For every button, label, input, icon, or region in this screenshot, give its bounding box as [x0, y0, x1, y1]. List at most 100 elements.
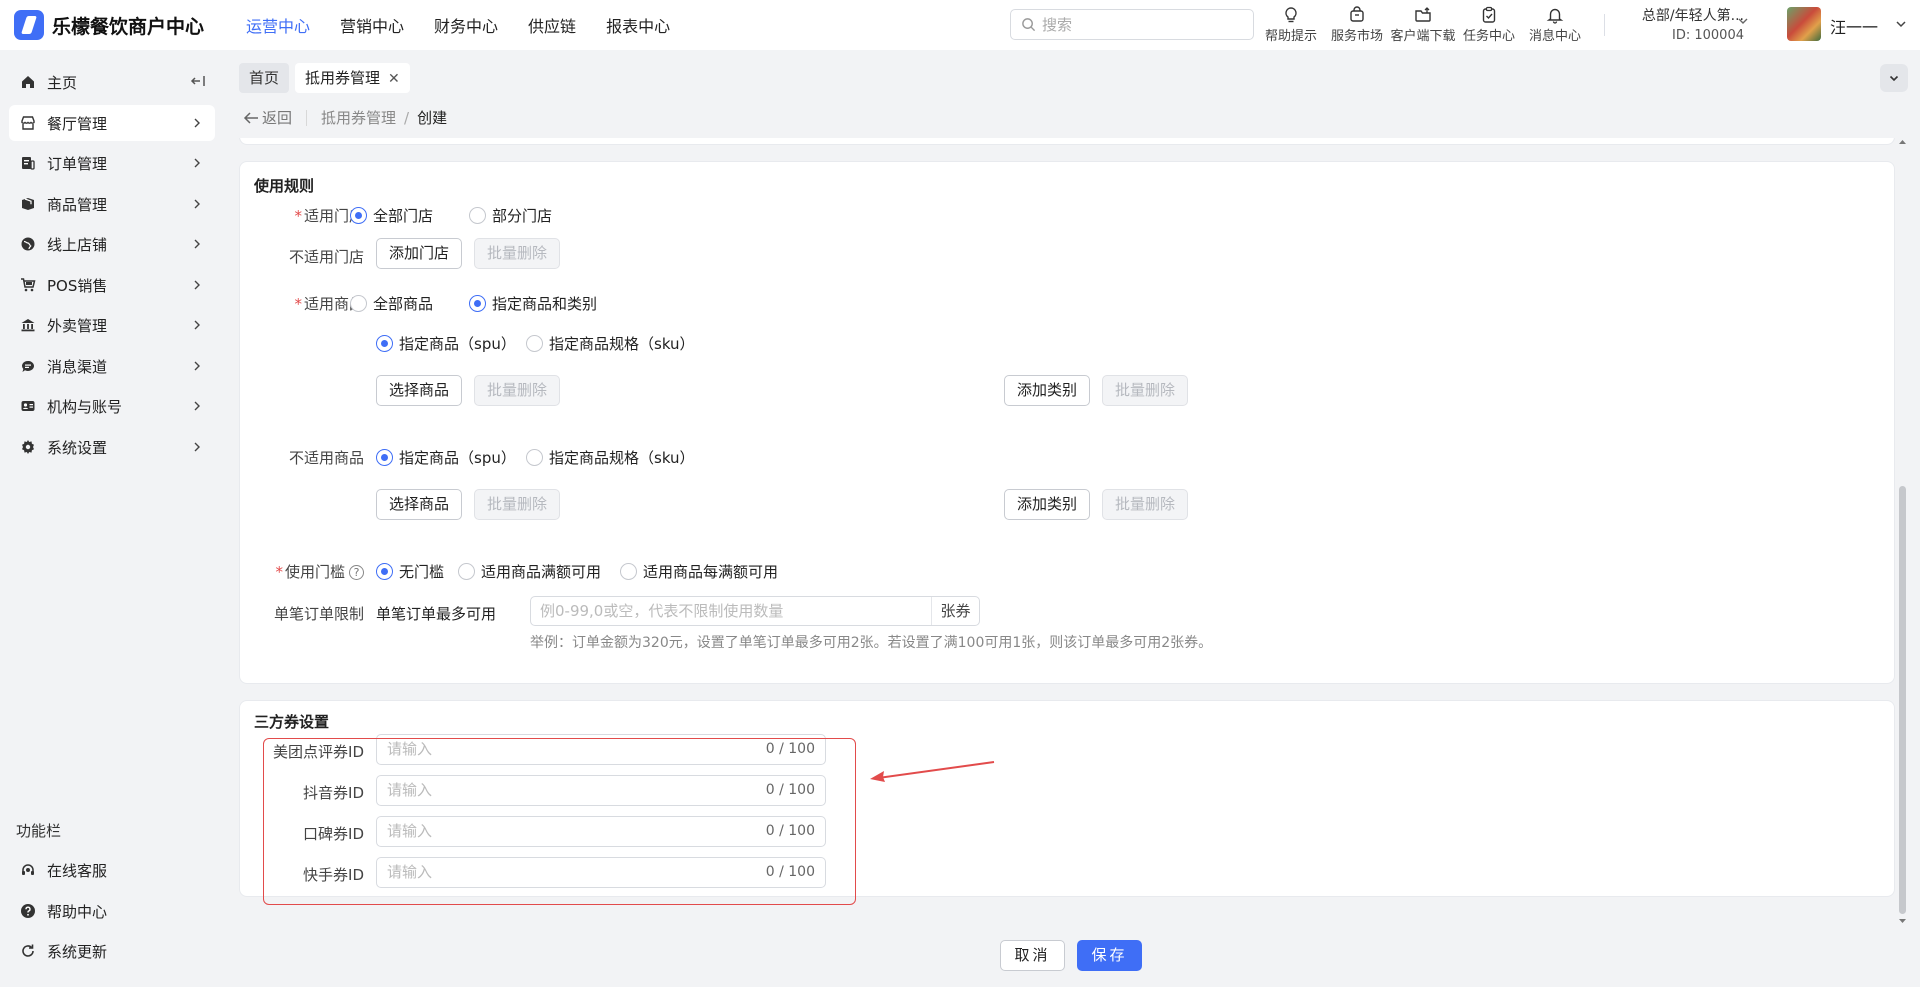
radio-dot: [376, 563, 393, 580]
sidebar-item-label: 在线客服: [47, 861, 108, 880]
bulk-delete-stores-button[interactable]: 批量删除: [474, 238, 561, 269]
topbar-divider: [1604, 14, 1605, 36]
cart-icon: [19, 277, 37, 293]
sidebar-item-system-settings[interactable]: 系统设置: [9, 429, 215, 465]
message-center-button[interactable]: 消息中心: [1522, 4, 1588, 44]
vertical-scrollbar[interactable]: [1895, 138, 1909, 927]
scroll-down-icon[interactable]: [1898, 917, 1907, 925]
org-switcher[interactable]: 总部/年轻人第... ID: 100004: [1618, 5, 1744, 43]
save-button[interactable]: 保存: [1077, 940, 1142, 971]
tab-coupon-management[interactable]: 抵用券管理 ✕: [295, 63, 410, 93]
search-placeholder: 搜索: [1042, 16, 1073, 34]
org-id: ID: 100004: [1672, 28, 1744, 43]
cancel-button[interactable]: 取消: [1000, 940, 1065, 971]
avatar[interactable]: [1787, 7, 1821, 41]
sidebar-item-help-center[interactable]: 帮助中心: [9, 893, 215, 929]
breadcrumb: 返回 抵用券管理 / 创建: [243, 107, 447, 128]
nav-ops-center[interactable]: 运营中心: [246, 13, 310, 37]
radio-goods-sku[interactable]: 指定商品规格（sku）: [526, 333, 695, 354]
radio-threshold-each-full[interactable]: 适用商品每满额可用: [620, 561, 778, 582]
chevron-down-icon[interactable]: [1736, 14, 1750, 28]
help-tips-button[interactable]: 帮助提示: [1258, 4, 1324, 44]
radio-all-goods[interactable]: 全部商品: [350, 293, 433, 314]
radio-excluded-sku[interactable]: 指定商品规格（sku）: [526, 447, 695, 468]
back-button[interactable]: 返回: [243, 107, 292, 128]
task-center-button[interactable]: 任务中心: [1456, 4, 1522, 44]
service-market-button[interactable]: 服务市场: [1324, 4, 1390, 44]
close-icon[interactable]: ✕: [388, 71, 400, 87]
sidebar-item-message-channel[interactable]: 消息渠道: [9, 348, 215, 384]
breadcrumb-parent[interactable]: 抵用券管理: [321, 107, 396, 128]
scrollbar-thumb[interactable]: [1899, 486, 1906, 914]
radio-excluded-spu[interactable]: 指定商品（spu）: [376, 447, 516, 468]
sidebar-item-goods[interactable]: 商品管理: [9, 186, 215, 222]
excluded-goods-label: 不适用商品: [288, 449, 364, 467]
radio-dot: [376, 335, 393, 352]
order-limit-input[interactable]: 例0-99,0或空，代表不限制使用数量 张券: [530, 596, 980, 626]
order-limit-placeholder: 例0-99,0或空，代表不限制使用数量: [540, 602, 784, 620]
radio-no-threshold[interactable]: 无门槛: [376, 561, 444, 582]
client-download-button[interactable]: 客户端下载: [1390, 4, 1456, 44]
radio-specified-goods[interactable]: 指定商品和类别: [469, 293, 597, 314]
radio-threshold-full-amount[interactable]: 适用商品满额可用: [458, 561, 601, 582]
add-excluded-category-button[interactable]: 添加类别: [1004, 489, 1091, 520]
user-name[interactable]: 汪一一: [1830, 14, 1878, 38]
radio-dot: [458, 563, 475, 580]
radio-goods-spu[interactable]: 指定商品（spu）: [376, 333, 516, 354]
org-name: 总部/年轻人第...: [1641, 8, 1744, 24]
chevron-down-icon[interactable]: [1894, 17, 1908, 31]
nav-report-center[interactable]: 报表中心: [606, 13, 670, 37]
search-icon: [1022, 18, 1036, 32]
clipboard-icon: [1482, 6, 1496, 23]
sidebar-item-orders[interactable]: 订单管理: [9, 145, 215, 181]
radio-dot: [526, 335, 543, 352]
sidebar-item-online-service[interactable]: 在线客服: [9, 852, 215, 888]
headset-icon: [19, 862, 37, 878]
top-tools: 帮助提示 服务市场 客户端下载 任务中心 消息中心: [1258, 4, 1588, 44]
sidebar: 主页 餐厅管理 订单管理 商品管理 线上店铺 POS销售 外卖管理 消息渠道 机…: [0, 50, 224, 987]
nav-supply-chain[interactable]: 供应链: [528, 13, 576, 37]
nav-marketing-center[interactable]: 营销中心: [340, 13, 404, 37]
sidebar-item-pos-sales[interactable]: POS销售: [9, 267, 215, 303]
select-excluded-goods-button[interactable]: 选择商品: [376, 489, 463, 520]
bulk-delete-excluded-categories-button[interactable]: 批量删除: [1102, 489, 1189, 520]
app-logo[interactable]: 乐檬餐饮商户中心: [0, 10, 224, 40]
help-tips-label: 帮助提示: [1264, 29, 1317, 44]
add-category-button[interactable]: 添加类别: [1004, 375, 1091, 406]
radio-partial-stores[interactable]: 部分门店: [469, 205, 552, 226]
bulk-delete-excluded-goods-button[interactable]: 批量删除: [474, 489, 561, 520]
previous-section-card: [239, 138, 1895, 145]
sidebar-item-label: 机构与账号: [47, 397, 123, 416]
sidebar-item-takeaway[interactable]: 外卖管理: [9, 307, 215, 343]
bell-icon: [1546, 8, 1564, 24]
box-icon: [19, 196, 37, 212]
refresh-icon: [19, 943, 37, 959]
sidebar-item-label: 订单管理: [47, 154, 108, 173]
bulk-delete-categories-button[interactable]: 批量删除: [1102, 375, 1189, 406]
tabs-dropdown-button[interactable]: [1880, 64, 1908, 92]
nav-finance-center[interactable]: 财务中心: [434, 13, 498, 37]
sidebar-item-label: 主页: [47, 73, 78, 92]
sidebar-item-online-store[interactable]: 线上店铺: [9, 226, 215, 262]
select-goods-button[interactable]: 选择商品: [376, 375, 463, 406]
restaurant-icon: [19, 115, 37, 131]
usage-rules-card: 使用规则 * 适用门店 全部门店 部分门店 不适用门店 添加门店 批量删除 * 适用…: [239, 161, 1895, 684]
scroll-up-icon[interactable]: [1898, 138, 1907, 146]
sidebar-item-system-update[interactable]: 系统更新: [9, 933, 215, 969]
radio-all-stores[interactable]: 全部门店: [350, 205, 433, 226]
top-bar: 乐檬餐饮商户中心 运营中心 营销中心 财务中心 供应链 报表中心 搜索 帮助提示…: [0, 0, 1920, 50]
breadcrumb-current: 创建: [417, 109, 448, 127]
sidebar-item-org-accounts[interactable]: 机构与账号: [9, 388, 215, 424]
chevron-right-icon: [194, 199, 200, 209]
search-input[interactable]: 搜索: [1010, 9, 1254, 40]
bulb-icon: [1285, 7, 1297, 23]
add-store-button[interactable]: 添加门店: [376, 238, 463, 269]
bulk-delete-goods-button[interactable]: 批量删除: [474, 375, 561, 406]
sidebar-item-label: 商品管理: [47, 195, 108, 214]
sidebar-item-restaurant[interactable]: 餐厅管理: [9, 105, 215, 141]
help-icon[interactable]: ?: [349, 565, 364, 580]
tab-home[interactable]: 首页: [239, 63, 290, 93]
sidebar-item-label: 线上店铺: [47, 235, 108, 254]
sidebar-item-home[interactable]: 主页: [9, 64, 215, 100]
radio-dot: [469, 207, 486, 224]
